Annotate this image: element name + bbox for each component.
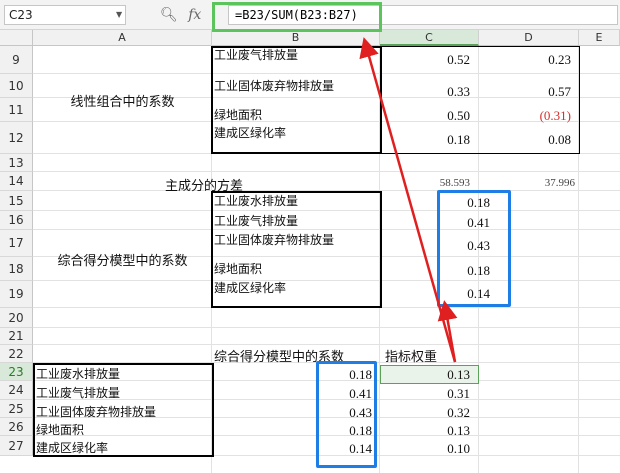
red-arrow-to-formula — [359, 37, 457, 363]
annotation-arrows — [359, 37, 458, 363]
